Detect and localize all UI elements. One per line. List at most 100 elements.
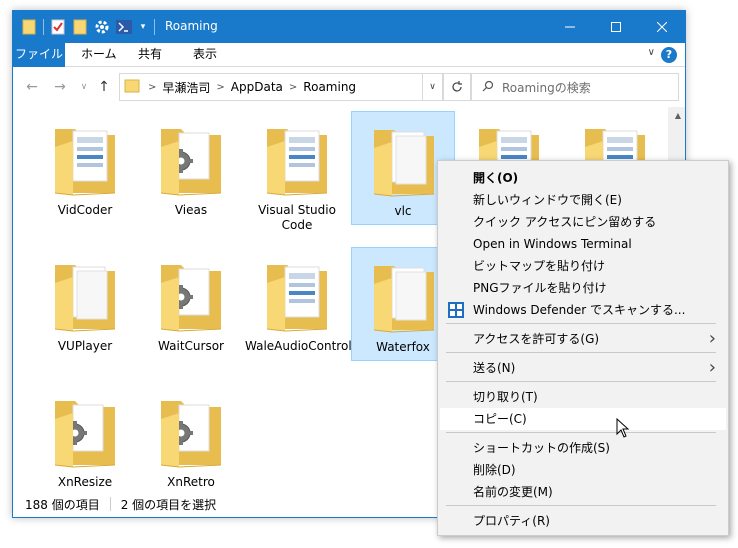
folder-label: XnRetro	[167, 475, 215, 489]
menu-item-label: ショートカットの作成(S)	[473, 441, 610, 455]
breadcrumb-item[interactable]: Roaming	[303, 80, 356, 94]
folder-label: WaleAudioControl	[245, 339, 352, 353]
context-menu-item[interactable]: Windows Defender でスキャンする...	[440, 299, 726, 321]
folder-item[interactable]: Vieas	[139, 111, 243, 225]
gear-icon[interactable]	[94, 19, 110, 35]
menu-separator	[446, 432, 716, 433]
folder-label: XnResize	[57, 475, 113, 489]
folder-item[interactable]: Visual Studio Code	[245, 111, 349, 232]
context-menu-item[interactable]: 名前の変更(M)	[440, 481, 726, 503]
context-menu-item[interactable]: クイック アクセスにピン留めする	[440, 211, 726, 233]
context-menu-item[interactable]: 新しいウィンドウで開く(E)	[440, 189, 726, 211]
folder-label: VidCoder	[57, 203, 113, 217]
help-icon[interactable]: ?	[661, 47, 677, 63]
folder-docs-icon	[54, 129, 116, 196]
context-menu-item[interactable]: 切り取り(T)	[440, 386, 726, 408]
breadcrumb-separator-icon[interactable]: >	[289, 82, 297, 93]
close-button[interactable]	[639, 11, 685, 43]
menu-item-label: PNGファイルを貼り付け	[473, 281, 607, 295]
tab-view[interactable]: 表示	[183, 43, 227, 67]
context-menu-item[interactable]: 削除(D)	[440, 459, 726, 481]
up-button[interactable]: ↑	[95, 78, 113, 96]
tab-file[interactable]: ファイル	[13, 43, 65, 67]
context-menu-item[interactable]: 送る(N) ›	[440, 357, 726, 379]
folder-label: Visual Studio Code	[258, 203, 336, 232]
context-menu-item[interactable]: プロパティ(R)	[440, 510, 726, 532]
mouse-cursor-icon	[616, 418, 630, 438]
breadcrumb-item[interactable]: AppData	[231, 80, 283, 94]
folder-item[interactable]: VidCoder	[33, 111, 137, 225]
context-menu-item[interactable]: PNGファイルを貼り付け	[440, 277, 726, 299]
folder-gear-icon	[160, 129, 222, 196]
forward-button[interactable]: →	[51, 78, 69, 96]
folder-icon	[124, 79, 140, 96]
folder-gear-icon	[54, 401, 116, 468]
back-button[interactable]: ←	[23, 78, 41, 96]
folder-item[interactable]: XnResize	[33, 383, 137, 491]
menu-item-label: コピー(C)	[473, 412, 527, 426]
folder-paper-icon	[373, 266, 435, 333]
search-placeholder: Roamingの検索	[502, 80, 591, 95]
folder-docs-icon	[266, 129, 328, 196]
maximize-button[interactable]	[593, 11, 639, 43]
search-input[interactable]: Roamingの検索	[471, 73, 679, 101]
context-menu: 開く(O) 新しいウィンドウで開く(E) クイック アクセスにピン留めする Open …	[437, 160, 729, 536]
context-menu-item[interactable]: コピー(C)	[440, 408, 726, 430]
menu-item-label: プロパティ(R)	[473, 514, 550, 528]
menu-separator	[446, 323, 716, 324]
tab-home[interactable]: ホーム	[71, 43, 127, 67]
search-icon	[482, 80, 494, 95]
address-bar[interactable]: > 早瀬浩司 > AppData > Roaming	[119, 73, 423, 101]
menu-item-label: Open in Windows Terminal	[473, 237, 632, 251]
folder-paper-icon	[54, 265, 116, 332]
defender-icon	[448, 302, 464, 318]
window-title: Roaming	[165, 19, 218, 33]
folder-gear-icon	[160, 401, 222, 468]
ribbon-tabs: ファイル ホーム 共有 表示 ∨ ?	[13, 43, 685, 67]
folder-gear-icon	[160, 265, 222, 332]
folder-item[interactable]: WaitCursor	[139, 247, 243, 361]
menu-separator	[446, 352, 716, 353]
ribbon-expand-icon[interactable]: ∨	[648, 47, 655, 58]
menu-separator	[446, 381, 716, 382]
navigation-bar: ← → ∨ ↑ > 早瀬浩司 > AppData > Roaming ∨ Roa…	[13, 67, 685, 107]
item-count: 188 個の項目	[25, 497, 100, 512]
tab-share[interactable]: 共有	[128, 43, 172, 67]
breadcrumb-separator-icon[interactable]: >	[216, 82, 224, 93]
breadcrumb-separator-icon[interactable]: >	[148, 82, 156, 93]
breadcrumb-item[interactable]: 早瀬浩司	[162, 79, 210, 96]
context-menu-item[interactable]: 開く(O)	[440, 167, 726, 189]
folder-label: WaitCursor	[158, 339, 224, 353]
folder-docs-icon	[266, 265, 328, 332]
menu-item-label: 削除(D)	[473, 463, 516, 477]
menu-separator	[446, 505, 716, 506]
context-menu-item[interactable]: Open in Windows Terminal	[440, 233, 726, 255]
refresh-button[interactable]	[443, 73, 471, 101]
menu-item-label: 新しいウィンドウで開く(E)	[473, 193, 622, 207]
folder-icon	[21, 19, 37, 35]
context-menu-item[interactable]: アクセスを許可する(G) ›	[440, 328, 726, 350]
minimize-button[interactable]	[547, 11, 593, 43]
selected-count: 2 個の項目を選択	[120, 497, 217, 512]
context-menu-item[interactable]: ショートカットの作成(S)	[440, 437, 726, 459]
title-bar[interactable]: ▾ Roaming	[13, 11, 685, 43]
menu-item-label: アクセスを許可する(G)	[473, 332, 600, 346]
properties-icon[interactable]	[50, 19, 66, 35]
folder-item[interactable]: VUPlayer	[33, 247, 137, 361]
scroll-up-icon[interactable]: ▲	[675, 111, 681, 120]
menu-item-label: 送る(N)	[473, 361, 516, 375]
quick-access-toolbar: ▾	[21, 17, 155, 37]
submenu-arrow-icon: ›	[708, 328, 716, 349]
address-dropdown-icon[interactable]: ∨	[423, 73, 443, 101]
folder-item[interactable]: XnRetro	[139, 383, 243, 491]
window-controls	[547, 11, 685, 43]
folder-item[interactable]: WaleAudioControl	[245, 247, 352, 361]
folder-label: Vieas	[174, 203, 208, 217]
powershell-icon[interactable]	[116, 19, 132, 35]
context-menu-item[interactable]: ビットマップを貼り付け	[440, 255, 726, 277]
submenu-arrow-icon: ›	[708, 357, 716, 378]
recent-locations-icon[interactable]: ∨	[75, 78, 93, 96]
customize-dropdown-icon[interactable]: ▾	[138, 19, 148, 35]
folder-label: VUPlayer	[57, 339, 113, 353]
new-folder-icon[interactable]	[72, 19, 88, 35]
